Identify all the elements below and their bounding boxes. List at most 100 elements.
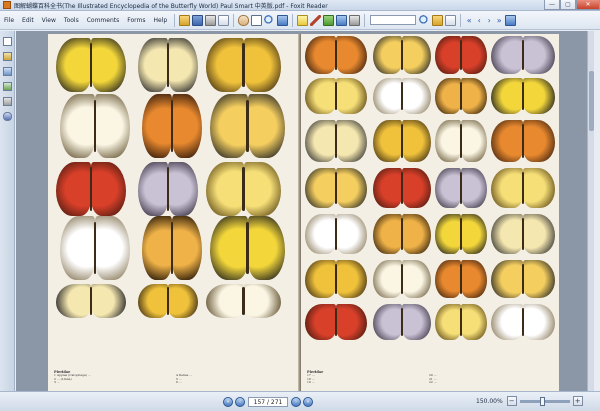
select-text-icon[interactable] (251, 14, 263, 26)
find-input[interactable] (370, 15, 417, 25)
menu-view[interactable]: View (38, 17, 60, 24)
status-bar: « ‹ 157 / 271 › » 150.00% − + (0, 391, 600, 411)
menu-tools[interactable]: Tools (60, 17, 83, 24)
email-icon[interactable] (218, 14, 230, 26)
butterfly-wing (491, 120, 523, 162)
title-bar: 图解蝴蝶百科全书(The Illustrated Encyclopedia of… (0, 0, 600, 11)
butterfly-wing (336, 120, 367, 162)
butterfly-wing (210, 94, 248, 158)
scrollbar-thumb[interactable] (589, 71, 594, 131)
first-page-icon[interactable]: « (464, 15, 474, 26)
butterfly-body (334, 307, 338, 337)
vertical-scrollbar[interactable] (587, 31, 594, 391)
butterfly-wing (402, 304, 431, 340)
butterfly-wing (373, 36, 402, 74)
butterfly-specimen (491, 120, 555, 162)
zoom-level[interactable]: 150.00% (476, 398, 503, 405)
stamp-icon[interactable] (323, 14, 335, 26)
menu-forms[interactable]: Forms (123, 17, 149, 24)
find-icon[interactable] (419, 14, 431, 26)
butterfly-specimen (373, 120, 431, 162)
butterfly-specimen (435, 304, 487, 340)
snapshot-icon[interactable] (277, 14, 289, 26)
prev-page-button[interactable]: ‹ (235, 397, 245, 407)
butterfly-specimen (373, 214, 431, 254)
last-page-button[interactable]: » (303, 397, 313, 407)
butterfly-wing (305, 260, 336, 298)
butterfly-wing (435, 168, 461, 208)
butterfly-specimen (60, 216, 130, 280)
butterfly-body (459, 218, 463, 250)
page-number-input[interactable]: 157 / 271 (248, 397, 288, 407)
comments-icon[interactable] (3, 112, 12, 121)
zoom-slider[interactable] (519, 396, 570, 406)
attachments-icon[interactable] (3, 82, 12, 91)
find-prev-icon[interactable] (432, 14, 444, 26)
butterfly-wing (491, 36, 523, 74)
menu-help[interactable]: Help (149, 17, 171, 24)
butterfly-wing (138, 162, 168, 216)
save-icon[interactable] (192, 14, 204, 26)
menu-comments[interactable]: Comments (83, 17, 124, 24)
butterfly-specimen (142, 94, 202, 158)
foxit-app-icon (3, 1, 11, 9)
zoom-in-button[interactable]: + (572, 396, 583, 406)
hand-tool-icon[interactable] (238, 14, 250, 26)
layers-icon[interactable] (3, 67, 12, 76)
rotate-icon[interactable] (505, 14, 517, 26)
page-caption: Pieridae 17 ... 18 ... 19 ... 20 ... 21 … (307, 370, 547, 385)
signatures-icon[interactable] (3, 97, 12, 106)
butterfly-wing (95, 216, 130, 280)
butterfly-wing (402, 260, 431, 298)
butterfly-wing (523, 260, 555, 298)
butterfly-wing (172, 216, 202, 280)
document-viewport[interactable]: Pieridae 1 Appias (Catophaga) ... 2 ... … (16, 31, 594, 391)
first-page-button[interactable]: « (223, 397, 233, 407)
pen-icon[interactable] (310, 14, 322, 26)
butterfly-specimen (206, 284, 281, 318)
toolbar-separator (364, 13, 366, 27)
toolbar-separator (460, 13, 462, 27)
prev-page-icon[interactable]: ‹ (474, 15, 484, 26)
fit-page-icon[interactable] (349, 14, 361, 26)
butterfly-body (89, 43, 93, 87)
open-icon[interactable] (179, 14, 191, 26)
butterfly-body (521, 81, 525, 111)
butterfly-body (246, 100, 249, 152)
butterfly-specimen (435, 214, 487, 254)
butterfly-specimen (56, 38, 126, 92)
butterfly-body (334, 39, 338, 71)
note-icon[interactable] (297, 14, 309, 26)
menu-edit[interactable]: Edit (18, 17, 38, 24)
butterfly-wing (91, 162, 126, 216)
next-page-button[interactable]: › (291, 397, 301, 407)
butterfly-body (89, 287, 93, 315)
close-button[interactable]: ✕ (576, 0, 600, 10)
last-page-icon[interactable]: » (494, 15, 504, 26)
window-controls: — ▢ ✕ (544, 0, 600, 11)
bookmarks-icon[interactable] (3, 37, 12, 46)
butterfly-specimen (491, 36, 555, 74)
typewriter-icon[interactable] (336, 14, 348, 26)
next-page-icon[interactable]: › (484, 15, 494, 26)
butterfly-specimen (210, 94, 285, 158)
butterfly-body (334, 263, 338, 295)
find-options-icon[interactable] (445, 14, 457, 26)
zoom-out-button[interactable]: − (506, 396, 517, 406)
butterfly-wing (138, 38, 168, 92)
maximize-button[interactable]: ▢ (560, 0, 576, 10)
butterfly-specimen (435, 260, 487, 298)
butterfly-wing (491, 78, 523, 114)
butterfly-wing (461, 120, 487, 162)
butterfly-wing (56, 38, 91, 92)
pages-icon[interactable] (3, 52, 12, 61)
zoom-slider-handle[interactable] (539, 396, 545, 406)
butterfly-wing (336, 168, 367, 208)
butterfly-wing (142, 216, 172, 280)
butterfly-body (459, 124, 463, 158)
minimize-button[interactable]: — (544, 0, 560, 10)
menu-file[interactable]: File (0, 17, 18, 24)
zoom-icon[interactable] (264, 14, 276, 26)
print-icon[interactable] (205, 14, 217, 26)
butterfly-body (242, 287, 245, 315)
